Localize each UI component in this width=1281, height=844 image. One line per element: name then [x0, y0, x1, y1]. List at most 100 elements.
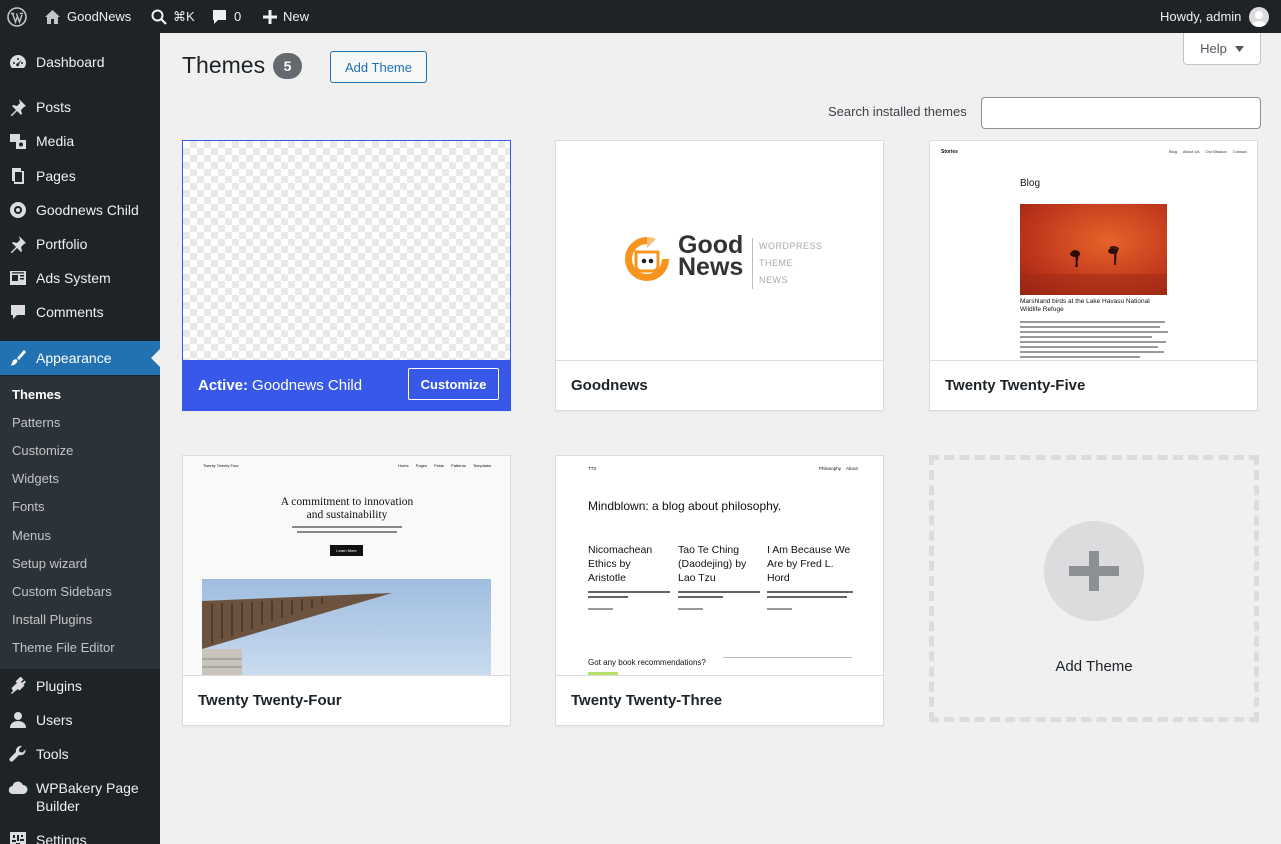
- theme-screenshot[interactable]: TT3 Philosophy About Mindblown: a blog a…: [556, 456, 883, 675]
- menu-users[interactable]: Users: [0, 703, 160, 737]
- theme-name: Twenty Twenty-Five: [945, 377, 1086, 394]
- preview-nav-item: Pages: [415, 463, 428, 468]
- current-menu-arrow: [151, 349, 160, 367]
- theme-name: Twenty Twenty-Four: [198, 692, 342, 709]
- comment-icon: [213, 9, 226, 24]
- menu-comments-label: Comments: [36, 304, 104, 320]
- new-label: New: [283, 9, 310, 24]
- theme-name-bar: Twenty Twenty-Three: [556, 675, 883, 725]
- menu-goodnews-child[interactable]: Goodnews Child: [0, 193, 160, 227]
- menu-posts[interactable]: Posts: [0, 90, 160, 124]
- preview-button: Learn More: [330, 545, 363, 556]
- menu-ads-system-label: Ads System: [36, 270, 111, 286]
- theme-count-badge: 5: [273, 53, 302, 79]
- avatar: [1249, 6, 1270, 27]
- submenu-setup-wizard[interactable]: Setup wizard: [12, 554, 87, 574]
- preview-nav-item: Posts: [434, 463, 445, 468]
- preview-footer-text: Got any book recommendations?: [588, 658, 706, 667]
- comments-link[interactable]: 0: [211, 0, 241, 33]
- menu-tools[interactable]: Tools: [0, 737, 160, 771]
- users-icon: [8, 711, 28, 729]
- submenu-patterns[interactable]: Patterns: [12, 413, 60, 433]
- submenu-themes[interactable]: Themes: [12, 385, 61, 405]
- menu-appearance-label: Appearance: [36, 350, 112, 366]
- pin-icon: [8, 235, 28, 253]
- theme-screenshot[interactable]: Stories Blog About Us Our Mission Contac…: [930, 141, 1257, 360]
- comments-count: 0: [234, 9, 242, 24]
- submenu-menus[interactable]: Menus: [12, 526, 51, 546]
- theme-name: Twenty Twenty-Three: [571, 692, 723, 709]
- menu-ads-system[interactable]: Ads System: [0, 261, 160, 295]
- theme-name-bar: Goodnews: [556, 360, 883, 410]
- customize-button[interactable]: Customize: [408, 368, 499, 400]
- logo-tagline: WORDPRESS: [759, 241, 823, 251]
- preview-nav-item: Patterns: [451, 463, 466, 468]
- menu-media[interactable]: Media: [0, 124, 160, 158]
- goodnews-logo-mark-icon: [625, 237, 669, 281]
- add-theme-button[interactable]: Add Theme: [330, 51, 427, 83]
- preview-site-title: Twenty Twenty Four: [203, 463, 239, 468]
- logo-news: News: [678, 253, 744, 281]
- preview-caption: Marshland birds at the Lake Havasu Natio…: [1020, 298, 1150, 313]
- theme-name-bar: Twenty Twenty-Five: [930, 360, 1257, 410]
- submenu-theme-file-editor[interactable]: Theme File Editor: [12, 638, 115, 658]
- theme-card-goodnews-child[interactable]: Active: Goodnews Child Customize: [182, 140, 511, 411]
- pin-icon: [8, 98, 28, 116]
- menu-portfolio-label: Portfolio: [36, 236, 88, 252]
- new-content-button[interactable]: New: [263, 0, 309, 33]
- menu-wpbakery-label: WPBakery Page Builder: [36, 780, 139, 814]
- theme-card-goodnews[interactable]: Good News WORDPRESS THEME NEWS Goodnews: [555, 140, 884, 411]
- account-menu[interactable]: Howdy, admin: [1160, 0, 1270, 33]
- menu-plugins[interactable]: Plugins: [0, 669, 160, 703]
- menu-comments[interactable]: Comments: [0, 295, 160, 329]
- preview-body-lines: [1020, 321, 1170, 360]
- theme-icon: [8, 201, 28, 219]
- pages-icon: [8, 167, 28, 185]
- submenu-widgets[interactable]: Widgets: [12, 469, 59, 489]
- theme-card-twenty-twenty-four[interactable]: Twenty Twenty Four Home Pages Posts Patt…: [182, 455, 511, 726]
- add-theme-label: Add Theme: [1055, 658, 1133, 675]
- wordpress-logo-icon[interactable]: [7, 0, 27, 33]
- add-new-theme-tile[interactable]: Add Theme: [929, 455, 1259, 722]
- preview-headline: A commitment to innovation and sustainab…: [280, 496, 414, 521]
- preview-body-lines: [291, 526, 403, 536]
- preview-nav: Blog About Us Our Mission Contact: [1169, 149, 1247, 154]
- theme-screenshot[interactable]: [183, 141, 510, 360]
- preview-nav-item: About: [846, 466, 858, 471]
- site-name-link[interactable]: GoodNews: [44, 0, 131, 33]
- submenu-install-plugins[interactable]: Install Plugins: [12, 610, 92, 630]
- search-icon: [151, 9, 167, 25]
- admin-bar: GoodNews ⌘K 0 New Howdy, admin: [0, 0, 1281, 33]
- menu-portfolio[interactable]: Portfolio: [0, 227, 160, 261]
- submenu-fonts[interactable]: Fonts: [12, 497, 45, 517]
- menu-dashboard[interactable]: Dashboard: [0, 45, 160, 79]
- preview-image: [202, 579, 491, 675]
- help-tab-button[interactable]: Help: [1183, 33, 1261, 65]
- menu-wpbakery[interactable]: WPBakery Page Builder: [0, 771, 160, 817]
- menu-media-label: Media: [36, 133, 75, 149]
- active-prefix: Active:: [198, 376, 249, 394]
- theme-screenshot[interactable]: Twenty Twenty Four Home Pages Posts Patt…: [183, 456, 510, 675]
- menu-pages[interactable]: Pages: [0, 159, 160, 193]
- preview-post-title: I Am Because We Are by Fred L. Hord: [767, 544, 851, 584]
- dashboard-icon: [8, 53, 28, 71]
- menu-settings[interactable]: Settings: [0, 823, 160, 844]
- search-label: Search installed themes: [828, 104, 967, 119]
- menu-tools-label: Tools: [36, 746, 69, 762]
- submenu-customize[interactable]: Customize: [12, 441, 73, 461]
- page-title: Themes: [182, 52, 266, 78]
- preview-nav-item: Philosophy: [819, 466, 842, 471]
- preview-nav-item: Our Mission: [1205, 149, 1227, 154]
- theme-card-twenty-twenty-five[interactable]: Stories Blog About Us Our Mission Contac…: [929, 140, 1258, 411]
- preview-image: [1020, 204, 1167, 295]
- theme-screenshot[interactable]: Good News WORDPRESS THEME NEWS: [556, 141, 883, 360]
- submenu-custom-sidebars[interactable]: Custom Sidebars: [12, 582, 112, 602]
- add-theme-plus-icon: [1044, 521, 1144, 621]
- menu-dashboard-label: Dashboard: [36, 54, 105, 70]
- preview-headline: Mindblown: a blog about philosophy.: [588, 499, 782, 513]
- menu-appearance[interactable]: Appearance: [0, 341, 160, 375]
- preview-post-title: Nicomachean Ethics by Aristotle: [588, 544, 653, 584]
- search-themes-input[interactable]: [981, 97, 1261, 129]
- command-search[interactable]: ⌘K: [151, 0, 195, 33]
- theme-card-twenty-twenty-three[interactable]: TT3 Philosophy About Mindblown: a blog a…: [555, 455, 884, 726]
